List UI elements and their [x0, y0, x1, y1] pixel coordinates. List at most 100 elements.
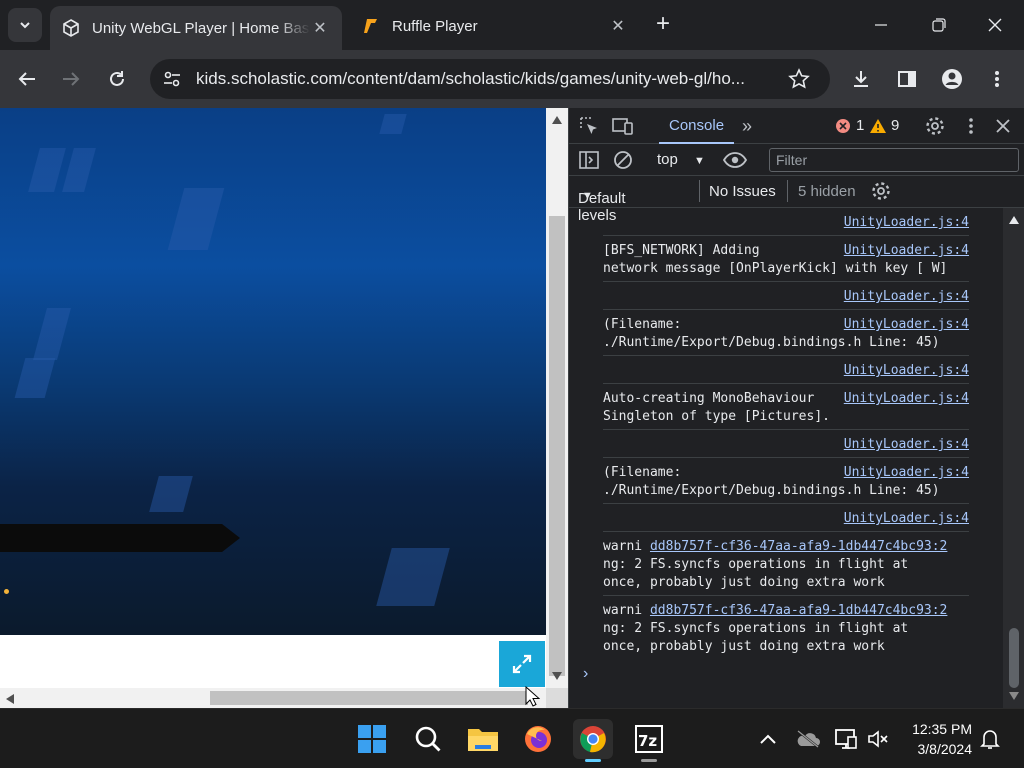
chrome-icon — [580, 726, 606, 753]
start-button[interactable] — [352, 719, 392, 759]
clock-time: 12:35 PM — [912, 721, 972, 737]
issues-counter[interactable]: No Issues — [709, 183, 776, 200]
web-page — [0, 108, 568, 708]
profile-button[interactable] — [937, 64, 967, 94]
tab-ruffle[interactable]: Ruffle Player ✕ — [350, 6, 640, 46]
tab-console[interactable]: Console — [659, 108, 735, 144]
onedrive-button[interactable] — [788, 719, 828, 759]
file-explorer-button[interactable] — [463, 719, 503, 759]
tab-strip: Unity WebGL Player | Home Bas ✕ Ruffle P… — [0, 0, 1024, 50]
downloads-button[interactable] — [846, 64, 876, 94]
more-tabs-icon[interactable]: » — [735, 114, 759, 138]
dropdown-caret-icon: ▼ — [582, 190, 593, 202]
warning-entry: warni dd8b757f-cf36-47aa-afa9-1db447c4bc… — [603, 538, 969, 596]
firefox-button[interactable] — [518, 719, 558, 759]
scroll-thumb[interactable] — [1009, 628, 1019, 688]
chrome-button[interactable] — [573, 719, 613, 759]
back-button[interactable] — [12, 64, 42, 94]
reload-button[interactable] — [102, 64, 132, 94]
forward-button[interactable] — [56, 64, 86, 94]
unity-game-canvas[interactable] — [0, 108, 546, 635]
scrollbar-corner — [546, 688, 568, 708]
close-tab-icon[interactable]: ✕ — [608, 16, 628, 36]
log-entry: [BFS_NETWORK] Adding network message [On… — [603, 242, 969, 282]
scroll-down-arrow-icon[interactable] — [1009, 692, 1019, 700]
source-link[interactable]: UnityLoader.js:4 — [841, 288, 969, 306]
search-button[interactable] — [408, 719, 448, 759]
console-prompt[interactable]: › — [583, 665, 588, 683]
context-select[interactable]: top ▼ — [657, 151, 705, 168]
source-link[interactable]: UnityLoader.js:4 — [841, 362, 969, 380]
console-scrollbar[interactable] — [1003, 208, 1024, 708]
folder-icon — [468, 729, 498, 751]
inspect-element-icon[interactable] — [577, 114, 601, 138]
background-tile — [167, 188, 225, 250]
source-link[interactable]: UnityLoader.js:4 — [841, 510, 969, 528]
system-clock[interactable]: 12:35 PM 3/8/2024 — [900, 719, 972, 759]
source-link[interactable]: UnityLoader.js:4 — [841, 436, 969, 454]
close-window-button[interactable] — [966, 0, 1024, 50]
sidebar-toggle-icon[interactable] — [577, 148, 601, 172]
devtools-settings-icon[interactable] — [923, 114, 947, 138]
show-hidden-icons-button[interactable] — [748, 719, 788, 759]
live-expression-eye-icon[interactable] — [723, 148, 747, 172]
source-link[interactable]: dd8b757f-cf36-47aa-afa9-1db447c4bc93:2 — [650, 539, 947, 554]
scroll-up-arrow-icon[interactable] — [552, 116, 562, 124]
source-link[interactable]: UnityLoader.js:4 — [841, 214, 969, 232]
7zip-button[interactable]: 7z — [629, 719, 669, 759]
scroll-up-arrow-icon[interactable] — [1009, 216, 1019, 224]
console-toolbar: top ▼ Filter — [569, 144, 1024, 176]
tab-search-button[interactable] — [8, 8, 42, 42]
side-panel-button[interactable] — [892, 64, 922, 94]
warning-entry: warni dd8b757f-cf36-47aa-afa9-1db447c4bc… — [603, 603, 948, 654]
volume-button[interactable] — [858, 719, 898, 759]
chevron-down-icon — [20, 22, 30, 29]
source-link[interactable]: UnityLoader.js:4 — [841, 242, 969, 260]
side-panel-icon — [898, 71, 916, 87]
browser-toolbar: kids.scholastic.com/content/dam/scholast… — [0, 50, 1024, 108]
source-link[interactable]: UnityLoader.js:4 — [841, 390, 969, 408]
scroll-down-arrow-icon[interactable] — [552, 672, 562, 680]
background-tile — [149, 476, 193, 512]
close-tab-icon[interactable]: ✕ — [310, 18, 330, 38]
source-link[interactable]: dd8b757f-cf36-47aa-afa9-1db447c4bc93:2 — [650, 603, 947, 618]
scroll-left-arrow-icon[interactable] — [6, 694, 14, 704]
warning-icon — [870, 118, 886, 133]
windows-taskbar: 7z 12:35 PM 3/8/2024 — [0, 708, 1024, 768]
source-link[interactable]: UnityLoader.js:4 — [841, 464, 969, 482]
unity-logo-icon — [62, 19, 80, 37]
restore-button[interactable] — [910, 0, 968, 50]
page-vertical-scrollbar[interactable] — [546, 108, 568, 688]
minimize-button[interactable] — [852, 0, 910, 50]
console-levels-bar: Default levels ▼ No Issues 5 hidden — [569, 176, 1024, 224]
devtools-menu-icon[interactable] — [959, 114, 983, 138]
log-entry: UnityLoader.js:4 — [603, 214, 969, 236]
7zip-icon: 7z — [635, 725, 663, 753]
log-entry: (Filename: ./Runtime/Export/Debug.bindin… — [603, 316, 969, 356]
warning-count-badge[interactable]: 9 — [869, 117, 899, 134]
background-tile — [28, 148, 66, 192]
close-devtools-icon[interactable] — [991, 114, 1015, 138]
tab-unity[interactable]: Unity WebGL Player | Home Bas ✕ — [50, 6, 342, 50]
scroll-thumb[interactable] — [210, 691, 528, 705]
tab-title: Unity WebGL Player | Home Bas — [92, 19, 310, 37]
background-tile — [376, 548, 450, 606]
new-tab-button[interactable]: + — [650, 12, 676, 38]
error-count-badge[interactable]: 1 — [835, 117, 864, 134]
game-coin — [4, 589, 9, 594]
console-filter-input[interactable]: Filter — [769, 148, 1019, 172]
site-info-icon[interactable] — [162, 69, 182, 94]
page-horizontal-scrollbar[interactable] — [0, 688, 546, 708]
clear-console-icon[interactable] — [611, 148, 635, 172]
source-link[interactable]: UnityLoader.js:4 — [841, 316, 969, 334]
log-entry: UnityLoader.js:4 — [603, 510, 969, 532]
notifications-button[interactable] — [970, 719, 1010, 759]
browser-menu-button[interactable] — [982, 64, 1012, 94]
bookmark-star-icon[interactable] — [788, 68, 810, 95]
volume-muted-icon — [868, 730, 888, 748]
scroll-thumb[interactable] — [549, 216, 565, 676]
console-settings-icon[interactable] — [871, 181, 891, 205]
fullscreen-button[interactable] — [499, 641, 545, 687]
address-bar[interactable]: kids.scholastic.com/content/dam/scholast… — [150, 59, 830, 99]
device-toolbar-icon[interactable] — [611, 114, 635, 138]
